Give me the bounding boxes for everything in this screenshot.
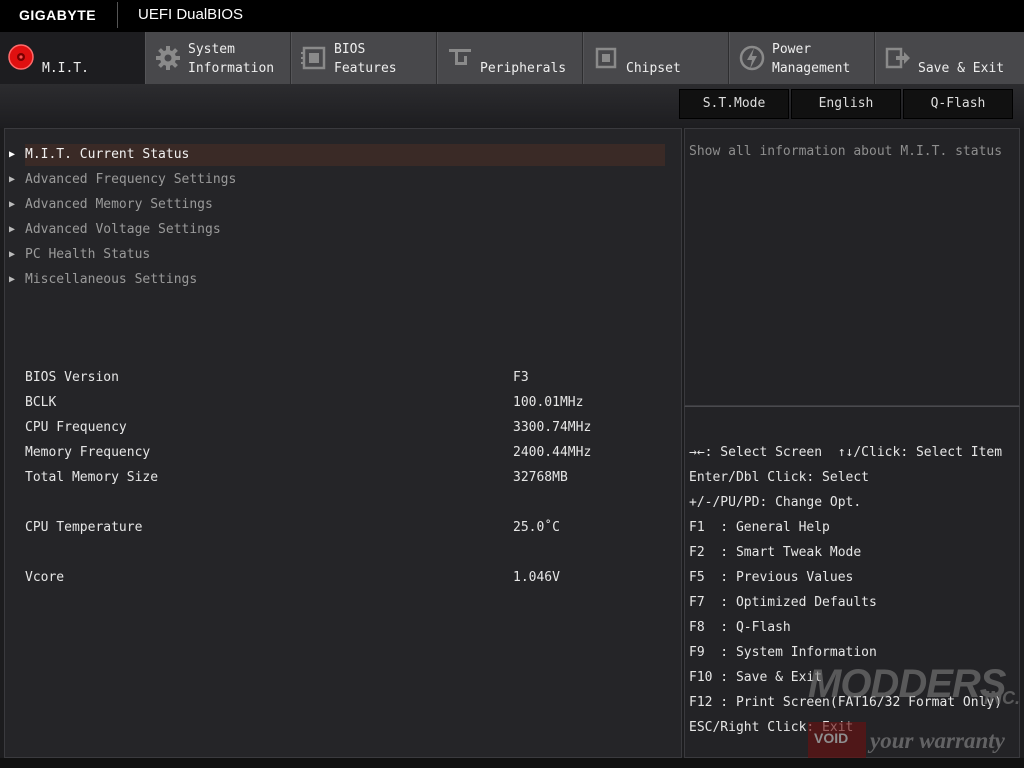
tab-bios-features[interactable]: BIOS Features <box>292 32 437 84</box>
tab-system-information[interactable]: System Information <box>146 32 291 84</box>
menu-item-miscellaneous[interactable]: ▶ Miscellaneous Settings <box>9 269 665 291</box>
cpu-frequency-label: CPU Frequency <box>25 420 127 435</box>
bottom-strip <box>0 758 1024 768</box>
tab-peripherals[interactable]: Peripherals <box>438 32 583 84</box>
product-title: UEFI DualBIOS <box>138 6 244 23</box>
key-line-f7: F7 : Optimized Defaults <box>689 595 877 610</box>
bclk-value: 100.01MHz <box>513 395 584 410</box>
language-button[interactable]: English <box>791 89 901 119</box>
main-tabs: M.I.T. System Information BIOS Features <box>0 32 1024 84</box>
tab-power-management-line2: Management <box>772 61 851 76</box>
tab-power-management-line1: Power <box>772 42 812 57</box>
watermark-name: MODDERS <box>808 662 1006 706</box>
cpu-temperature-value: 25.0˚C <box>513 520 560 535</box>
tab-chipset[interactable]: Chipset <box>584 32 729 84</box>
peripherals-icon <box>449 49 471 65</box>
key-line-enter: Enter/Dbl Click: Select <box>689 470 870 485</box>
help-description: Show all information about M.I.T. status <box>689 144 1003 159</box>
bios-version-label: BIOS Version <box>25 370 119 385</box>
bios-version-value: F3 <box>513 370 529 385</box>
watermark-logo: MODDERS INC. VOID your warranty <box>796 662 1021 764</box>
exit-icon <box>885 47 910 69</box>
menu-item-advanced-frequency[interactable]: ▶ Advanced Frequency Settings <box>9 169 665 191</box>
watermark-suffix: INC. <box>984 688 1020 708</box>
key-line-f1: F1 : General Help <box>689 520 830 535</box>
memory-frequency-value: 2400.44MHz <box>513 445 592 460</box>
key-line-f9: F9 : System Information <box>689 645 877 660</box>
toolbar: S.T.Mode English Q-Flash <box>0 84 1024 128</box>
watermark-tagline: your warranty <box>870 728 1005 753</box>
void-badge-text: VOID <box>814 730 849 746</box>
menu-item-advanced-memory[interactable]: ▶ Advanced Memory Settings <box>9 194 665 216</box>
help-panel: Show all information about M.I.T. status <box>684 128 1020 406</box>
expand-arrow-icon: ▶ <box>9 249 16 260</box>
memory-frequency-label: Memory Frequency <box>25 445 151 460</box>
tab-peripherals-label: Peripherals <box>480 61 567 76</box>
tab-chipset-label: Chipset <box>626 61 681 76</box>
bios-chip-icon <box>301 46 326 70</box>
gear-icon <box>156 46 180 70</box>
void-badge: VOID <box>808 722 866 758</box>
expand-arrow-icon: ▶ <box>9 274 16 285</box>
expand-arrow-icon: ▶ <box>9 224 16 235</box>
tab-bios-features-line2: Features <box>334 61 397 76</box>
expand-arrow-icon: ▶ <box>9 174 16 185</box>
key-line-change: +/-/PU/PD: Change Opt. <box>689 495 862 510</box>
total-memory-value: 32768MB <box>513 470 568 485</box>
menu-item-advanced-voltage[interactable]: ▶ Advanced Voltage Settings <box>9 219 665 241</box>
menu-item-mit-current-status[interactable]: ▶ M.I.T. Current Status <box>9 144 665 166</box>
tab-save-exit-label: Save & Exit <box>918 61 1005 76</box>
brand-logo: GIGABYTE <box>19 7 97 23</box>
key-line-f2: F2 : Smart Tweak Mode <box>689 545 862 560</box>
title-divider <box>117 2 118 28</box>
mit-icon <box>8 44 34 70</box>
title-bar: GIGABYTE UEFI DualBIOS <box>0 0 1024 32</box>
cpu-temperature-label: CPU Temperature <box>25 520 143 535</box>
cpu-frequency-value: 3300.74MHz <box>513 420 592 435</box>
qflash-button[interactable]: Q-Flash <box>903 89 1013 119</box>
menu-item-label: Miscellaneous Settings <box>25 272 198 287</box>
menu-item-label: Advanced Frequency Settings <box>25 172 237 187</box>
main-panel: ▶ M.I.T. Current Status ▶ Advanced Frequ… <box>4 128 682 758</box>
menu-item-label: Advanced Voltage Settings <box>25 222 221 237</box>
menu-item-label: PC Health Status <box>25 247 151 262</box>
menu-item-pc-health[interactable]: ▶ PC Health Status <box>9 244 665 266</box>
key-line-f5: F5 : Previous Values <box>689 570 854 585</box>
menu-item-label: M.I.T. Current Status <box>25 147 190 162</box>
key-line-navigation: →←: Select Screen ↑↓/Click: Select Item <box>689 445 1003 460</box>
tab-bios-features-line1: BIOS <box>334 42 366 57</box>
tab-save-exit[interactable]: Save & Exit <box>876 32 1024 84</box>
st-mode-button[interactable]: S.T.Mode <box>679 89 789 119</box>
expand-arrow-icon: ▶ <box>9 199 16 210</box>
chipset-icon <box>595 47 617 69</box>
tab-mit-label: M.I.T. <box>42 61 89 76</box>
vcore-value: 1.046V <box>513 570 560 585</box>
tab-system-information-line2: Information <box>188 61 275 76</box>
tab-mit[interactable]: M.I.T. <box>0 32 145 84</box>
bclk-label: BCLK <box>25 395 57 410</box>
vcore-label: Vcore <box>25 570 65 585</box>
menu-item-label: Advanced Memory Settings <box>25 197 213 212</box>
total-memory-label: Total Memory Size <box>25 470 159 485</box>
key-line-f8: F8 : Q-Flash <box>689 620 791 635</box>
power-icon <box>739 45 765 71</box>
tab-power-management[interactable]: Power Management <box>730 32 875 84</box>
expand-arrow-icon: ▶ <box>9 149 16 160</box>
tab-system-information-line1: System <box>188 42 235 57</box>
